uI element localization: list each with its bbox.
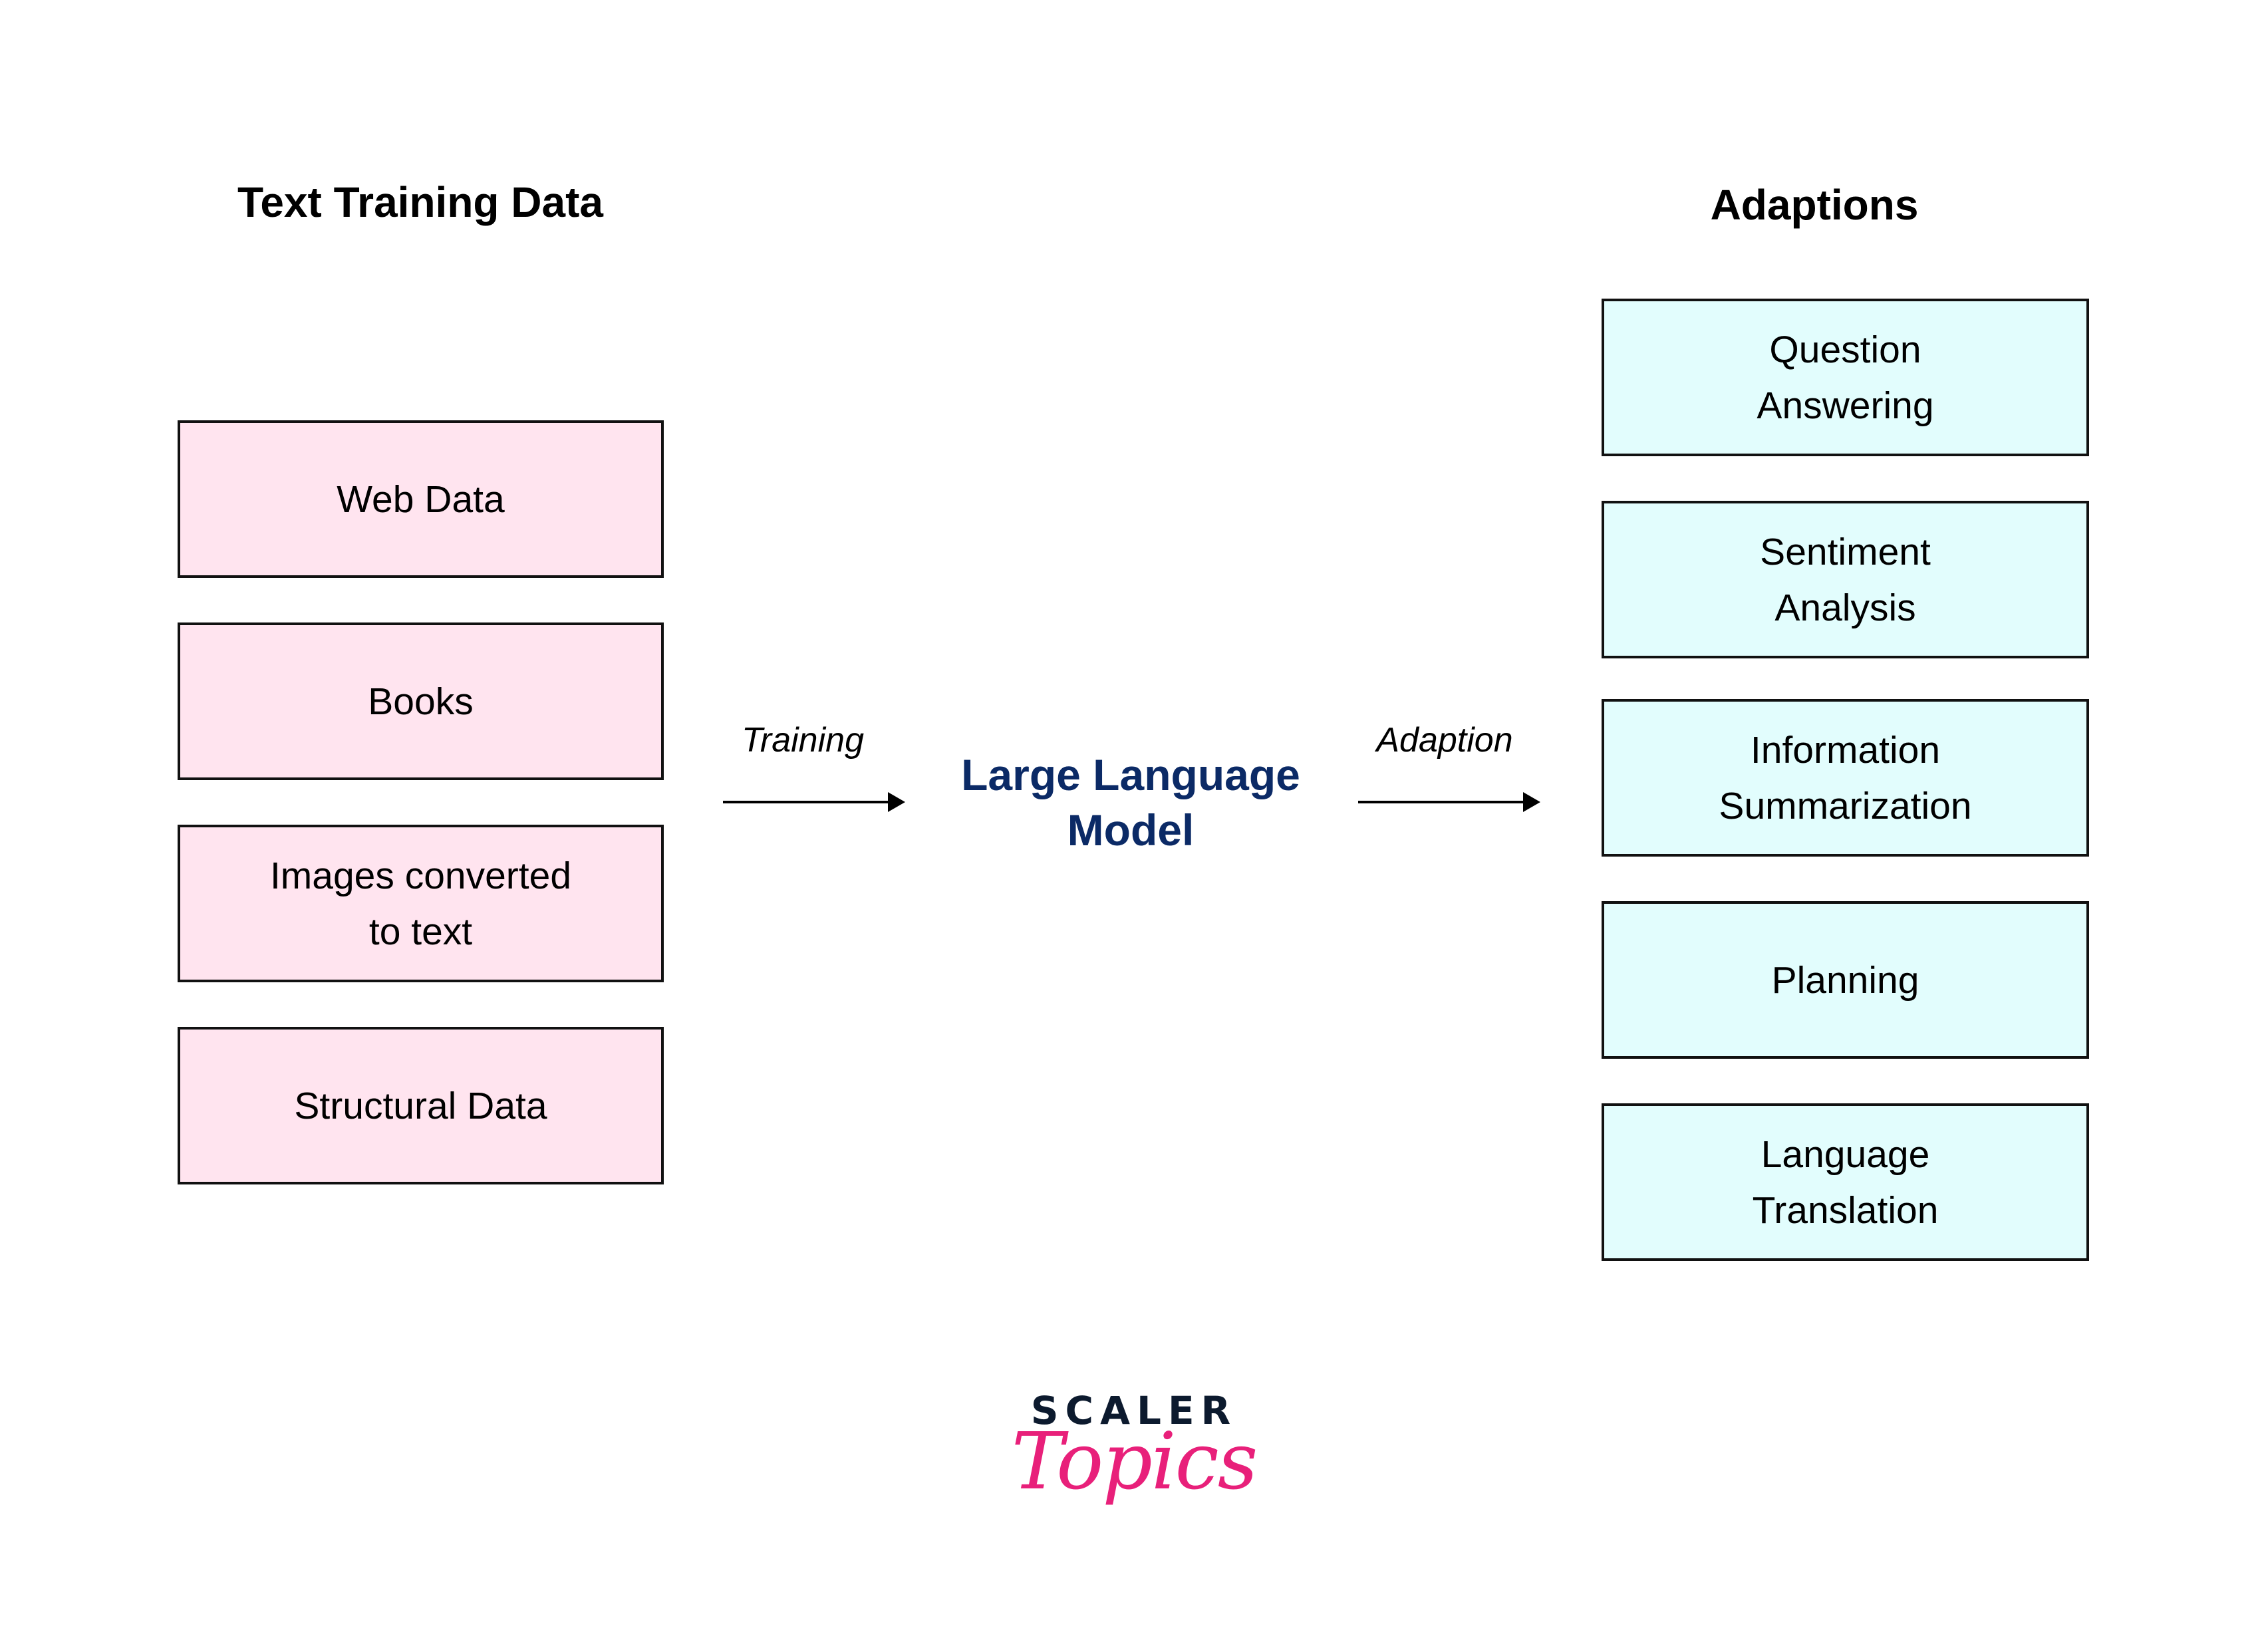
box-label: Language: [1761, 1133, 1930, 1176]
training-arrow-icon: [723, 792, 905, 812]
large-language-model-node: Large Language Model: [961, 748, 1300, 858]
box-label: Images converted: [269, 854, 572, 897]
scaler-topics-logo: SCALER Topics: [1011, 1389, 1258, 1507]
box-label: Analysis: [1774, 586, 1916, 629]
box-label: Web Data: [337, 478, 505, 521]
text-training-data-heading: Text Training Data: [237, 178, 604, 226]
box-label: Books: [368, 680, 474, 723]
adaption-box-sentiment-analysis: Sentiment Analysis: [1602, 501, 2089, 658]
box-label: Summarization: [1719, 784, 1972, 827]
adaption-box-planning: Planning: [1602, 901, 2089, 1059]
llm-label-line: Large Language: [961, 750, 1300, 799]
box-label: Question: [1769, 328, 1921, 371]
adaption-label: Adaption: [1376, 721, 1513, 759]
box-label: to text: [368, 910, 473, 953]
adaptions-heading: Adaptions: [1710, 181, 1919, 229]
source-box-books: Books: [178, 622, 664, 780]
box-label: Planning: [1771, 958, 1919, 1002]
box-label: Translation: [1752, 1188, 1939, 1232]
llm-label-line: Model: [1067, 805, 1195, 855]
source-box-web-data: Web Data: [178, 420, 664, 578]
box-label: Answering: [1757, 384, 1934, 427]
box-label: Sentiment: [1760, 530, 1931, 573]
box-label: Information: [1750, 728, 1941, 771]
adaption-box-question-answering: Question Answering: [1602, 299, 2089, 456]
adaption-box-language-translation: Language Translation: [1602, 1103, 2089, 1261]
box-label: Structural Data: [294, 1084, 547, 1127]
adaption-arrow-icon: [1358, 792, 1540, 812]
training-label: Training: [741, 721, 865, 759]
adaption-box-information-summarization: Information Summarization: [1602, 699, 2089, 857]
source-box-structural-data: Structural Data: [178, 1027, 664, 1184]
source-box-images-to-text: Images converted to text: [178, 825, 664, 982]
logo-topics-text: Topics: [1011, 1415, 1258, 1507]
